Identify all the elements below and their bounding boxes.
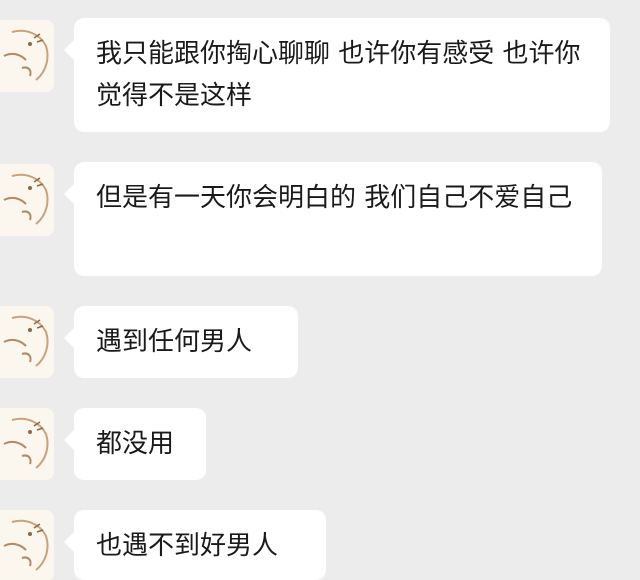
cartoon-face-sketch-icon — [3, 519, 49, 571]
message-bubble[interactable]: 但是有一天你会明白的 我们自己不爱自己 — [64, 162, 602, 276]
message-bubble[interactable]: 我只能跟你掏心聊聊 也许你有感受 也许你觉得不是这样 — [64, 18, 610, 132]
message-text: 都没用 — [96, 429, 175, 459]
message-bubble[interactable]: 都没用 — [64, 408, 206, 480]
chat-window: 我只能跟你掏心聊聊 也许你有感受 也许你觉得不是这样 但是有一天你会明白的 我们… — [0, 0, 640, 580]
message-text: 也遇不到好男人 — [96, 531, 279, 561]
cartoon-face-sketch-icon — [3, 315, 49, 367]
cartoon-face-sketch-icon — [3, 29, 49, 81]
cartoon-face-sketch-icon — [3, 173, 49, 225]
message-text: 我只能跟你掏心聊聊 也许你有感受 也许你觉得不是这样 — [96, 39, 581, 111]
avatar[interactable] — [0, 306, 54, 378]
message-text: 但是有一天你会明白的 我们自己不爱自己 — [96, 183, 573, 213]
message-bubble[interactable]: 遇到任何男人 — [64, 306, 298, 378]
message-bubble[interactable]: 也遇不到好男人 — [64, 510, 326, 580]
message-text: 遇到任何男人 — [96, 327, 253, 357]
avatar[interactable] — [0, 408, 54, 480]
avatar[interactable] — [0, 510, 54, 580]
avatar[interactable] — [0, 20, 54, 92]
avatar[interactable] — [0, 164, 54, 236]
cartoon-face-sketch-icon — [3, 417, 49, 469]
